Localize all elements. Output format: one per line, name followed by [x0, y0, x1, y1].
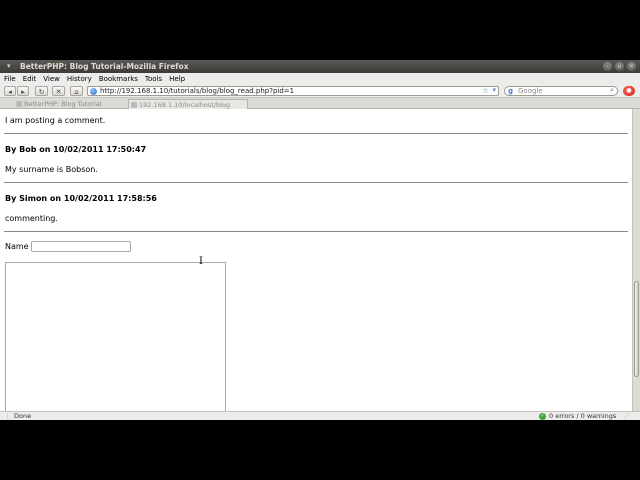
name-input[interactable] [31, 241, 131, 252]
text-cursor-icon: I [199, 256, 203, 267]
window-title: BetterPHP: Blog Tutorial-Mozilla Firefox [20, 62, 189, 71]
menu-bar: File Edit View History Bookmarks Tools H… [0, 73, 640, 84]
tab-label: BetterPHP: Blog Tutorial [24, 100, 102, 108]
addon-icon[interactable]: ● [623, 86, 635, 96]
search-bar[interactable]: g Google ⌕ [504, 86, 618, 96]
url-bar[interactable]: http://192.168.1.10/tutorials/blog/blog_… [87, 86, 499, 96]
menu-tools[interactable]: Tools [145, 75, 162, 83]
site-identity-icon[interactable] [90, 88, 97, 95]
tab-localhost-blog[interactable]: 192.168.1.10/localhost/blog [128, 99, 248, 109]
menu-file[interactable]: File [4, 75, 16, 83]
home-button[interactable]: ⌂ [70, 86, 83, 96]
comment-body: commenting. [5, 214, 58, 223]
navigation-toolbar: ◂ ▸ ↻ ✕ ⌂ http://192.168.1.10/tutorials/… [0, 84, 640, 98]
status-bar: ⋮ Done ✓ 0 errors / 0 warnings ⋰ [0, 411, 640, 420]
search-engine-icon[interactable]: g [508, 87, 513, 95]
page-content: I am posting a comment. By Bob on 10/02/… [0, 109, 632, 411]
url-text[interactable]: http://192.168.1.10/tutorials/blog/blog_… [100, 87, 294, 95]
comment-header: By Simon on 10/02/2011 17:58:56 [5, 194, 157, 203]
tab-favicon-icon [131, 102, 137, 108]
minimize-button[interactable]: – [603, 62, 612, 71]
stop-button[interactable]: ✕ [52, 86, 65, 96]
go-arrow-icon[interactable]: ▾ [492, 86, 496, 94]
comment-header: By Bob on 10/02/2011 17:50:47 [5, 145, 147, 154]
tab-label: 192.168.1.10/localhost/blog [139, 101, 231, 109]
window-controls: – ▫ × [603, 62, 636, 71]
reload-button[interactable]: ↻ [35, 86, 48, 96]
menu-bookmarks[interactable]: Bookmarks [99, 75, 138, 83]
back-button[interactable]: ◂ [4, 86, 16, 96]
search-placeholder: Google [518, 87, 543, 95]
menu-history[interactable]: History [67, 75, 92, 83]
comment-body: My surname is Bobson. [5, 165, 98, 174]
close-button[interactable]: × [627, 62, 636, 71]
forward-button[interactable]: ▸ [17, 86, 29, 96]
status-text: Done [14, 412, 32, 420]
comment-body: I am posting a comment. [5, 116, 106, 125]
divider [4, 182, 628, 183]
tab-favicon-icon [16, 101, 22, 107]
window-menu-icon[interactable]: ▾ [7, 62, 11, 70]
validator-check-icon[interactable]: ✓ [539, 413, 546, 420]
tab-blog-tutorial[interactable]: BetterPHP: Blog Tutorial [14, 99, 126, 109]
tab-bar: BetterPHP: Blog Tutorial 192.168.1.10/lo… [0, 98, 640, 109]
search-magnifier-icon[interactable]: ⌕ [610, 86, 614, 95]
title-bar: ▾ BetterPHP: Blog Tutorial-Mozilla Firef… [0, 60, 640, 73]
menu-edit[interactable]: Edit [23, 75, 37, 83]
maximize-button[interactable]: ▫ [615, 62, 624, 71]
firefox-window: ▾ BetterPHP: Blog Tutorial-Mozilla Firef… [0, 60, 640, 420]
bookmark-star-icon[interactable]: ☆ [482, 86, 489, 95]
resize-grip-icon[interactable]: ⋰ [624, 412, 631, 420]
vertical-scrollbar[interactable] [632, 109, 640, 411]
divider [4, 231, 628, 232]
menu-view[interactable]: View [43, 75, 60, 83]
name-label: Name [5, 242, 29, 251]
divider [4, 133, 628, 134]
validator-status[interactable]: 0 errors / 0 warnings [549, 412, 616, 420]
scrollbar-thumb[interactable] [634, 281, 639, 377]
comment-textarea[interactable] [5, 262, 226, 411]
menu-help[interactable]: Help [169, 75, 185, 83]
status-icon: ⋮ [4, 412, 11, 420]
